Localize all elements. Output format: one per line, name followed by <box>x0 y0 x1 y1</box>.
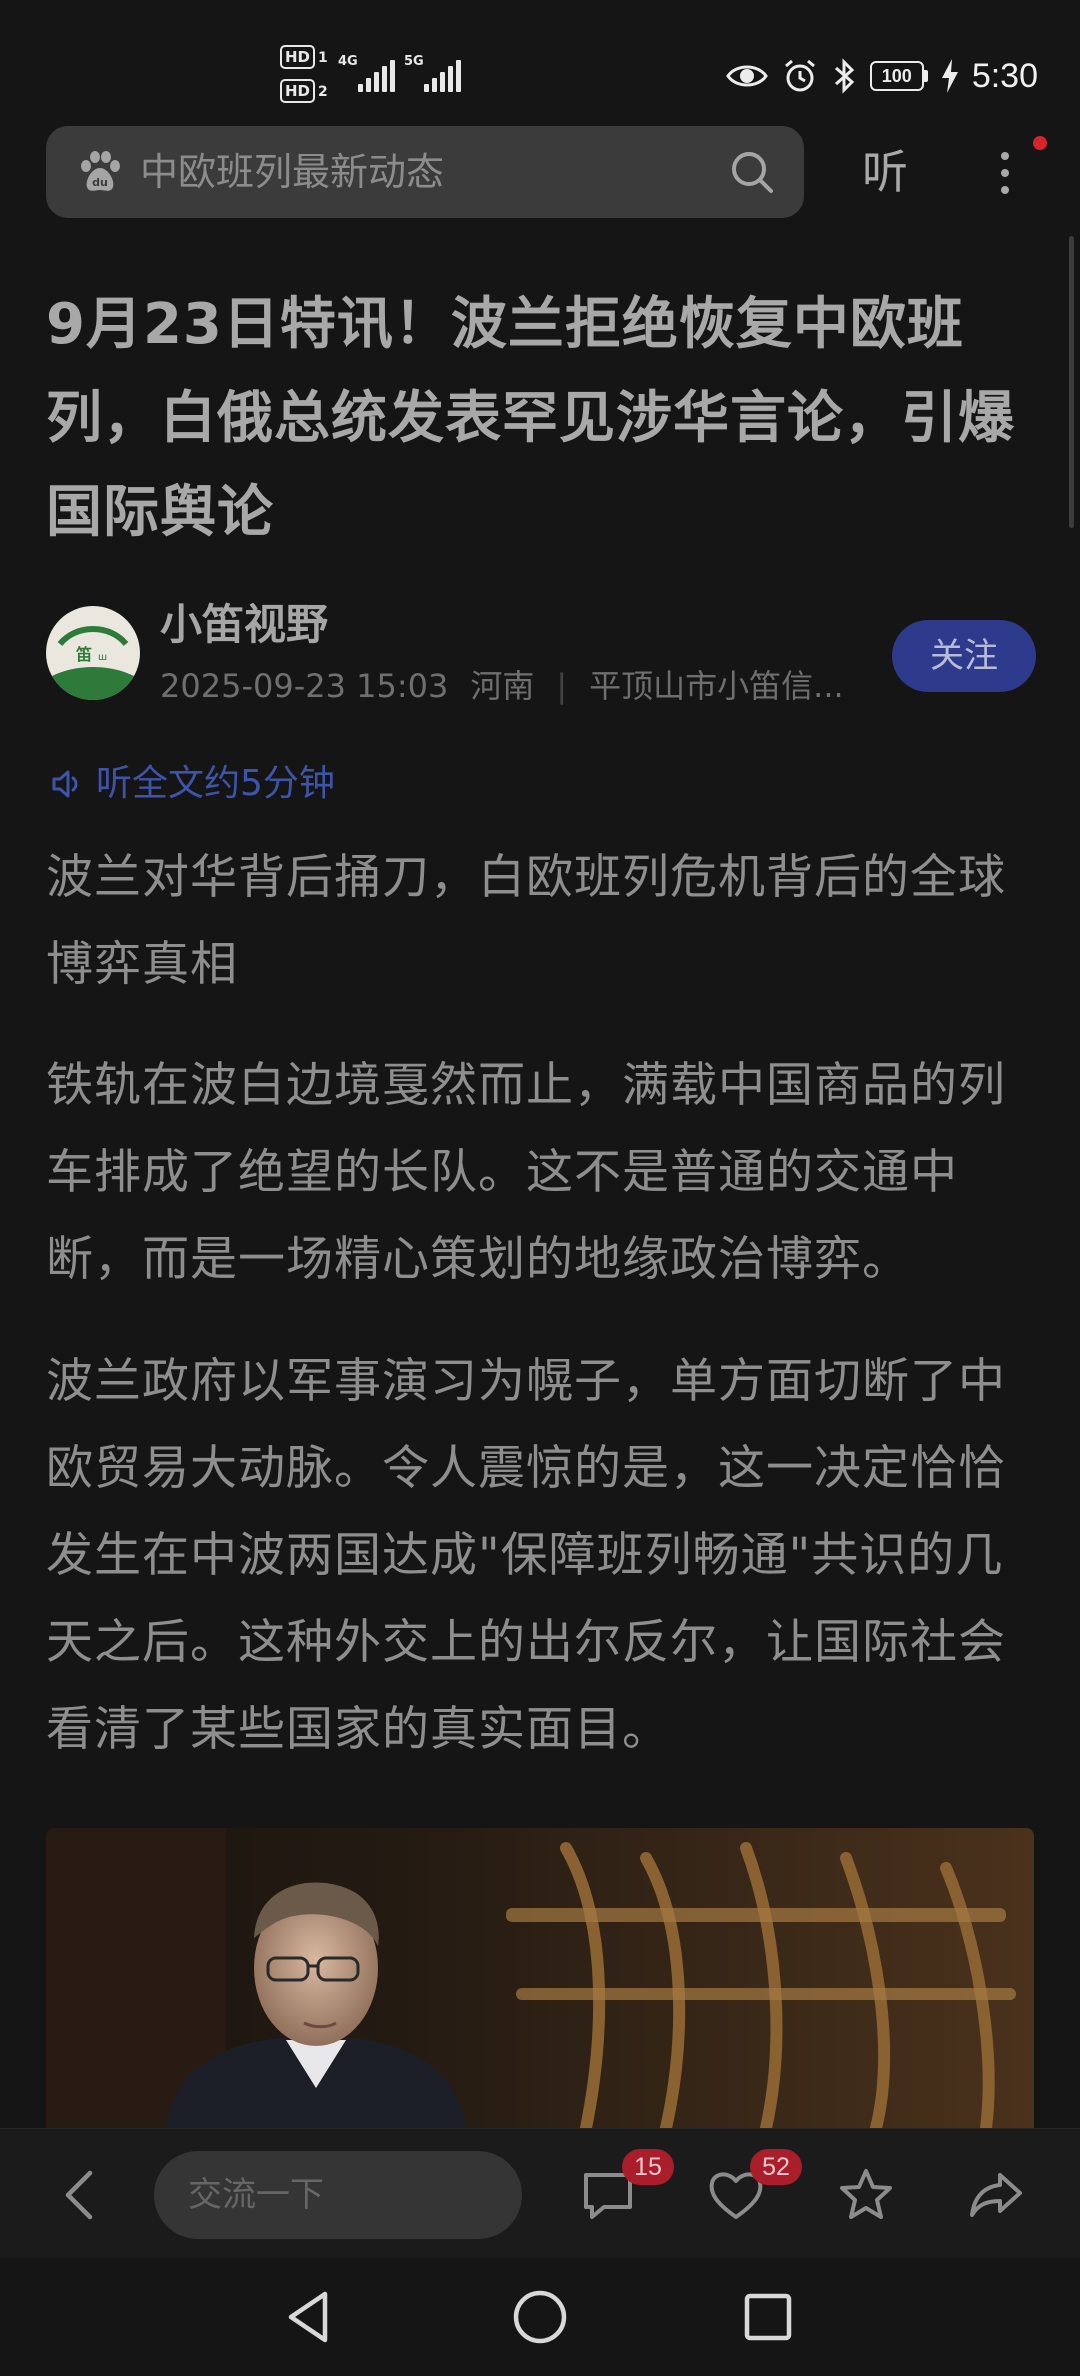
scrollbar[interactable] <box>1069 236 1074 528</box>
like-count-badge: 52 <box>750 2149 802 2185</box>
speaker-icon <box>52 770 78 798</box>
article-image[interactable] <box>46 1828 1034 2128</box>
follow-button[interactable]: 关注 <box>892 620 1036 692</box>
hd1-sub: 1 <box>318 50 328 66</box>
notification-dot <box>1033 136 1047 150</box>
listen-button[interactable]: 听 <box>862 126 908 218</box>
hd-indicators: HD 1 HD 2 <box>280 44 332 112</box>
search-icon[interactable] <box>728 148 776 196</box>
article-meta: 2025-09-23 15:03 河南 | 平顶山市小笛信... <box>160 667 844 705</box>
paragraph: 波兰对华背后捅刀，白欧班列危机背后的全球博弈真相 <box>46 850 1006 992</box>
nav-home-icon[interactable] <box>505 2282 575 2352</box>
svg-text:du: du <box>92 176 108 189</box>
battery-level: 100 <box>869 61 924 91</box>
article-title: 9月23日特讯！波兰拒绝恢复中欧班列，白俄总统发表罕见涉华言论，引爆国际舆论 <box>46 292 1015 545</box>
favorite-star-icon[interactable] <box>836 2165 896 2225</box>
bluetooth-icon <box>834 58 855 94</box>
signal-4g-icon: 4G <box>338 52 398 92</box>
bottom-action-bar: 交流一下 15 52 <box>0 2128 1080 2259</box>
hd2-sub: 2 <box>318 84 328 100</box>
hd2-badge: HD <box>280 79 316 103</box>
article-photo <box>46 1828 1034 2128</box>
baidu-paw-icon: du <box>81 151 120 191</box>
battery-icon: 100 <box>869 61 928 91</box>
nav-recents-icon[interactable] <box>733 2282 803 2352</box>
avatar[interactable]: 笛 ш <box>46 606 140 700</box>
hd1-badge: HD <box>280 45 316 69</box>
paragraph: 铁轨在波白边境戛然而止，满载中国商品的列车排成了绝望的长队。这不是普通的交通中断… <box>46 1058 1006 1287</box>
paragraph: 波兰政府以军事演习为幌子，单方面切断了中欧贸易大动脉。令人震惊的是，这一决定恰恰… <box>46 1354 1006 1757</box>
status-bar: HD 1 HD 2 4G 5G 100 5:30 <box>0 0 1080 120</box>
more-options-icon[interactable] <box>985 146 1025 206</box>
source-name: 平顶山市小笛信... <box>589 667 844 705</box>
alarm-icon <box>784 59 815 92</box>
comment-count-badge: 15 <box>622 2149 674 2185</box>
top-header: du 中欧班列最新动态 听 <box>0 126 1080 226</box>
system-navigation-bar <box>0 2258 1080 2376</box>
clock: 5:30 <box>971 56 1038 95</box>
svg-text:ш: ш <box>98 652 107 663</box>
search-bar[interactable]: du 中欧班列最新动态 <box>46 126 804 218</box>
author-name[interactable]: 小笛视野 <box>160 600 328 650</box>
back-icon[interactable] <box>56 2167 104 2223</box>
listen-all-label: 听全文约5分钟 <box>96 763 335 804</box>
search-placeholder: 中欧班列最新动态 <box>140 150 445 194</box>
status-right: 100 5:30 <box>726 46 1038 106</box>
charging-icon <box>941 59 958 93</box>
comment-placeholder: 交流一下 <box>188 2175 324 2215</box>
author-row: 笛 ш 小笛视野 2025-09-23 15:03 河南 | 平顶山市小笛信... 关… <box>46 600 1036 720</box>
author-logo-icon: 笛 ш <box>47 607 139 700</box>
svg-text:笛: 笛 <box>75 645 92 664</box>
signal-5g-icon: 5G <box>404 52 464 92</box>
listen-all-link[interactable]: 听全文约5分钟 <box>50 756 335 812</box>
publish-time: 2025-09-23 15:03 <box>160 667 449 705</box>
nav-back-icon[interactable] <box>275 2282 345 2352</box>
location: 河南 <box>470 667 535 705</box>
signal-4g-label: 4G <box>338 54 358 69</box>
signal-5g-label: 5G <box>404 54 424 69</box>
article-page: HD 1 HD 2 4G 5G 100 5:30 du 中欧班列最新动态 听 9… <box>0 0 1080 2376</box>
share-icon[interactable] <box>966 2165 1026 2225</box>
comment-input[interactable]: 交流一下 <box>154 2151 522 2239</box>
eye-icon <box>726 65 768 87</box>
